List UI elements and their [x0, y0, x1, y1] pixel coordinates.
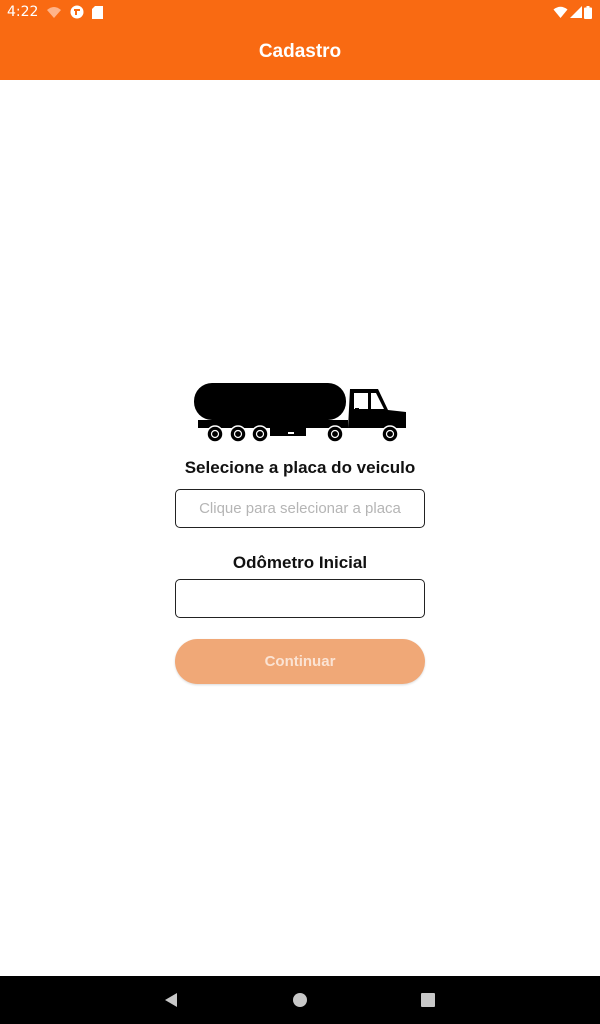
page-title: Cadastro [258, 41, 342, 62]
screen: 4:22 Cadastro Selecione a placa do veicu… [0, 0, 600, 1024]
home-icon[interactable] [290, 990, 310, 1010]
plate-label: Selecione a placa do veiculo [184, 458, 416, 477]
status-bar: 4:22 [0, 0, 600, 24]
vpn-icon [70, 5, 84, 19]
odometer-label: Odômetro Inicial [232, 553, 368, 572]
battery-icon [584, 5, 592, 19]
signal-icon [570, 6, 582, 18]
navigation-bar [0, 976, 600, 1024]
status-right-icons [551, 5, 592, 19]
status-left-icons [46, 5, 111, 19]
odometer-input[interactable] [175, 579, 425, 618]
status-time: 4:22 [7, 4, 39, 20]
app-bar: Cadastro [0, 24, 600, 80]
wifi-icon [553, 6, 568, 18]
sd-card-icon [92, 5, 103, 19]
back-icon[interactable] [161, 990, 181, 1010]
plate-select-input[interactable] [175, 489, 425, 528]
tanker-truck-icon [194, 383, 406, 443]
recents-icon[interactable] [418, 990, 438, 1010]
continue-button[interactable]: Continuar [175, 639, 425, 684]
cast-icon [47, 7, 61, 18]
